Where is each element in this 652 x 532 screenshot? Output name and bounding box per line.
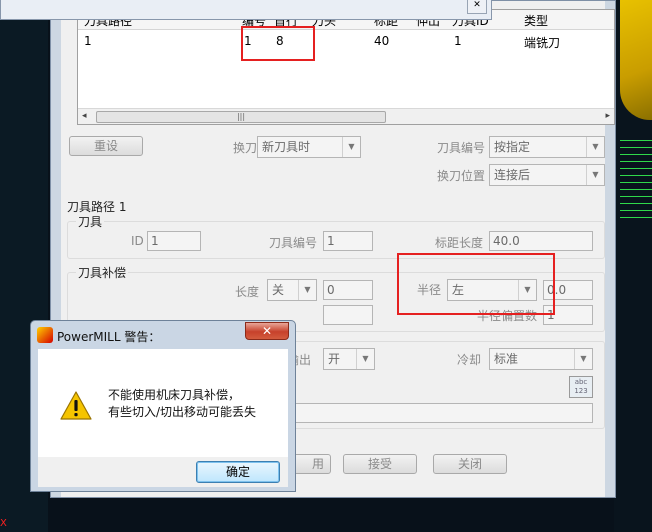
warning-body: 不能使用机床刀具补偿， 有些切入/切出移动可能丢失 bbox=[38, 349, 288, 457]
chevron-down-icon: ▼ bbox=[356, 349, 374, 369]
tool-group-title: 刀具 bbox=[76, 213, 105, 230]
tool-number-field[interactable]: 1 bbox=[323, 231, 373, 251]
ok-button[interactable]: 确定 bbox=[196, 461, 280, 483]
coolant-select[interactable]: 标准 ▼ bbox=[489, 348, 593, 370]
output-path-field[interactable] bbox=[287, 403, 593, 423]
length-field[interactable]: 0 bbox=[323, 280, 373, 300]
id-field[interactable]: 1 bbox=[147, 231, 201, 251]
chevron-down-icon: ▼ bbox=[586, 137, 604, 157]
warning-dialog: PowerMILL 警告： ✕ 不能使用机床刀具补偿， 有些切入/切出移动可能丢… bbox=[30, 320, 296, 492]
axis-marker: X bbox=[0, 518, 7, 529]
tool-change-label: 换刀 bbox=[233, 141, 258, 155]
warning-title: PowerMILL 警告： bbox=[57, 330, 161, 344]
length-offset-field[interactable] bbox=[323, 305, 373, 325]
warning-line-1: 不能使用机床刀具补偿， bbox=[108, 388, 241, 402]
scroll-left-icon[interactable]: ◂ bbox=[82, 111, 87, 121]
highlight-first-row bbox=[241, 26, 315, 61]
coolant-value: 标准 bbox=[494, 352, 519, 366]
tool-number-select[interactable]: 按指定 ▼ bbox=[489, 136, 605, 158]
tool-change-value: 新刀具时 bbox=[262, 140, 311, 154]
horizontal-scrollbar[interactable]: ◂ ||| ▸ bbox=[78, 108, 614, 124]
abc-123-icon[interactable]: abc 123 bbox=[569, 376, 593, 398]
cell-type: 端铣刀 bbox=[524, 36, 561, 50]
tool-comp-group-title: 刀具补偿 bbox=[76, 264, 129, 281]
cell-tool-id: 1 bbox=[454, 34, 462, 48]
warning-message: 不能使用机床刀具补偿， 有些切入/切出移动可能丢失 bbox=[108, 387, 256, 421]
scroll-thumb[interactable]: ||| bbox=[96, 111, 386, 123]
change-position-select[interactable]: 连接后 ▼ bbox=[489, 164, 605, 186]
reset-button[interactable]: 重设 bbox=[69, 136, 143, 156]
highlight-radius bbox=[397, 253, 555, 315]
tool-number-label-2: 刀具编号 bbox=[269, 236, 318, 250]
output-select[interactable]: 开 ▼ bbox=[323, 348, 375, 370]
parent-window-edge: ✕ bbox=[0, 0, 492, 20]
gauge-length-label: 标距长度 bbox=[435, 236, 484, 250]
id-label: ID bbox=[131, 234, 144, 248]
chevron-down-icon: ▼ bbox=[298, 280, 316, 300]
chevron-down-icon: ▼ bbox=[574, 349, 592, 369]
tool-number-label: 刀具编号 bbox=[437, 141, 486, 155]
accept-button[interactable]: 接受 bbox=[343, 454, 417, 474]
length-select[interactable]: 关 ▼ bbox=[267, 279, 317, 301]
table-row[interactable]: 1 1 8 40 1 端铣刀 bbox=[78, 32, 614, 52]
cell-toolpath: 1 bbox=[84, 34, 92, 48]
length-value: 关 bbox=[272, 283, 285, 297]
powermill-app-icon bbox=[37, 327, 53, 343]
tool-change-select[interactable]: 新刀具时 ▼ bbox=[257, 136, 361, 158]
col-type[interactable]: 类型 bbox=[524, 12, 548, 29]
chevron-down-icon: ▼ bbox=[586, 165, 604, 185]
warning-triangle-icon bbox=[60, 391, 92, 420]
chevron-down-icon: ▼ bbox=[342, 137, 360, 157]
toolpath-table[interactable]: 刀具路径 编号 首行 刀头 标距 伸出 刀具ID 类型 1 1 8 40 1 端… bbox=[77, 9, 615, 125]
scroll-right-icon[interactable]: ▸ bbox=[605, 111, 610, 121]
length-label: 长度 bbox=[235, 285, 260, 299]
toolpath-lines bbox=[620, 140, 652, 260]
tool-number-value: 按指定 bbox=[494, 140, 531, 154]
gauge-length-field[interactable]: 40.0 bbox=[489, 231, 593, 251]
output-value: 开 bbox=[328, 352, 341, 366]
change-position-value: 连接后 bbox=[494, 168, 531, 182]
part-surface bbox=[620, 0, 652, 120]
close-button[interactable]: 关闭 bbox=[433, 454, 507, 474]
coolant-label: 冷却 bbox=[457, 353, 482, 367]
change-position-label: 换刀位置 bbox=[437, 169, 486, 183]
warning-footer: 确定 bbox=[38, 457, 288, 487]
cell-gauge: 40 bbox=[374, 34, 390, 48]
warning-line-2: 有些切入/切出移动可能丢失 bbox=[108, 405, 257, 419]
close-icon[interactable]: ✕ bbox=[467, 0, 487, 14]
close-icon[interactable]: ✕ bbox=[245, 322, 289, 340]
